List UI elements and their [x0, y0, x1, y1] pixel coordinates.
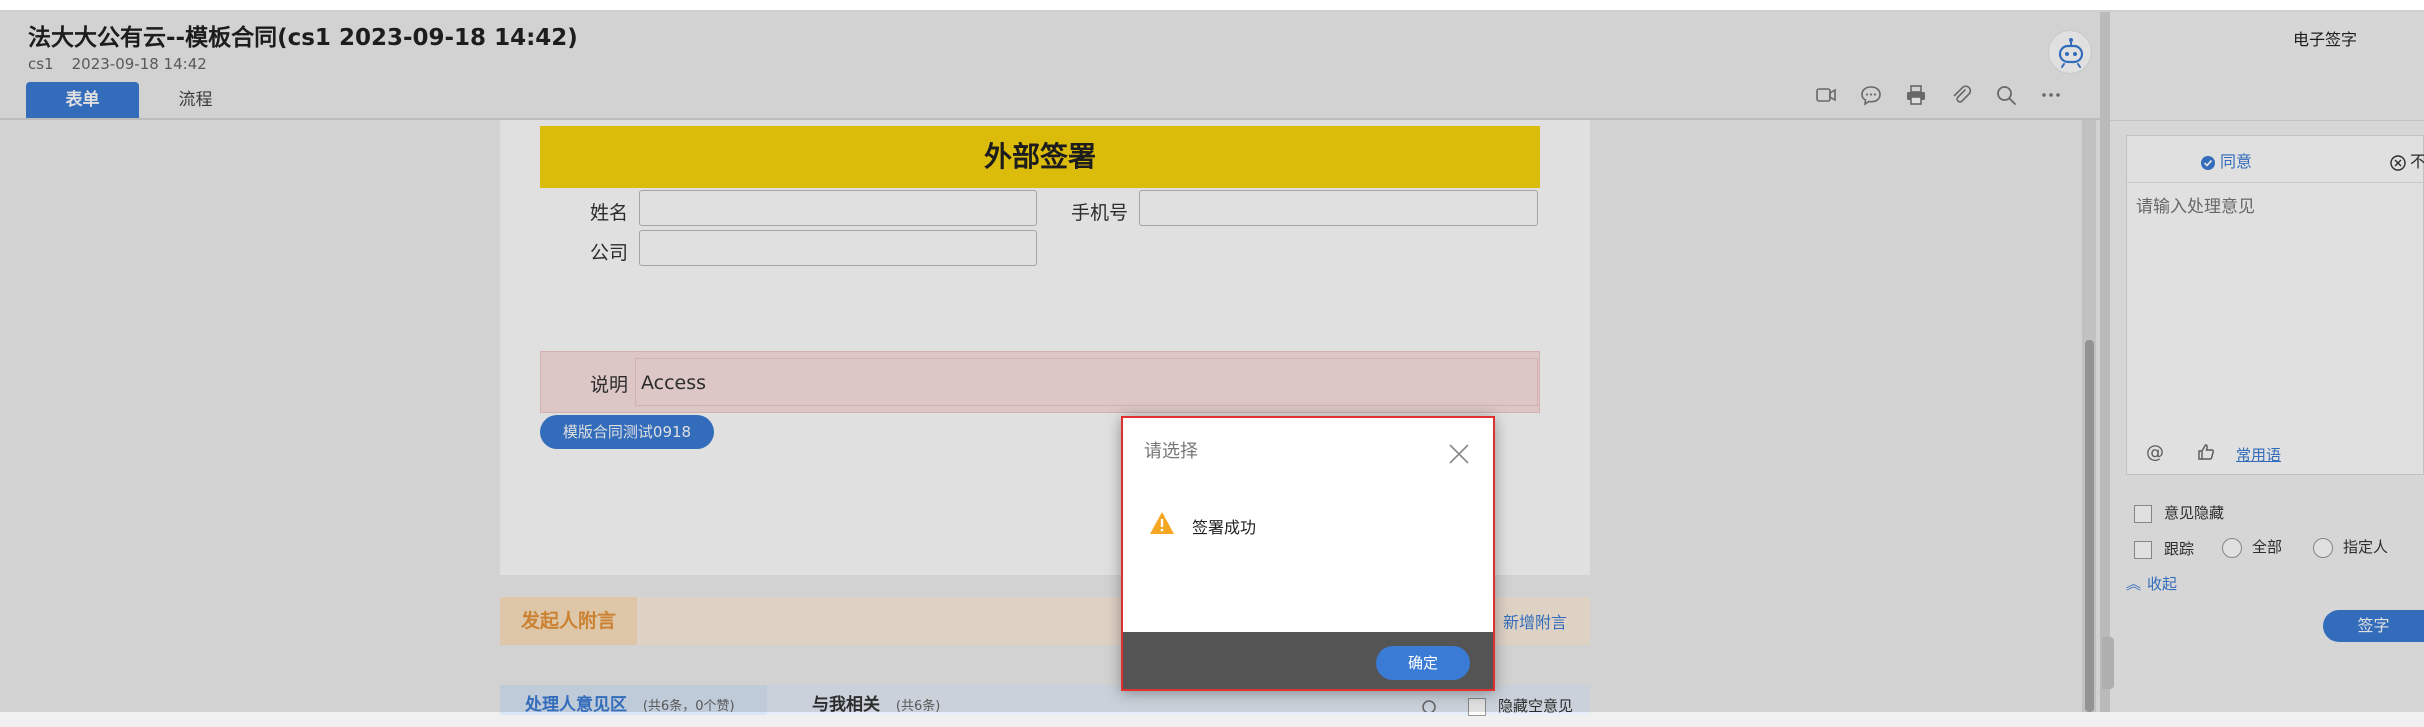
warning-icon [1148, 510, 1176, 536]
confirm-button[interactable]: 确定 [1376, 646, 1470, 680]
browser-top-strip [0, 0, 2424, 12]
dialog-title: 请选择 [1144, 441, 1198, 462]
dialog-message: 签署成功 [1192, 518, 1257, 537]
close-icon[interactable] [1448, 443, 1470, 465]
